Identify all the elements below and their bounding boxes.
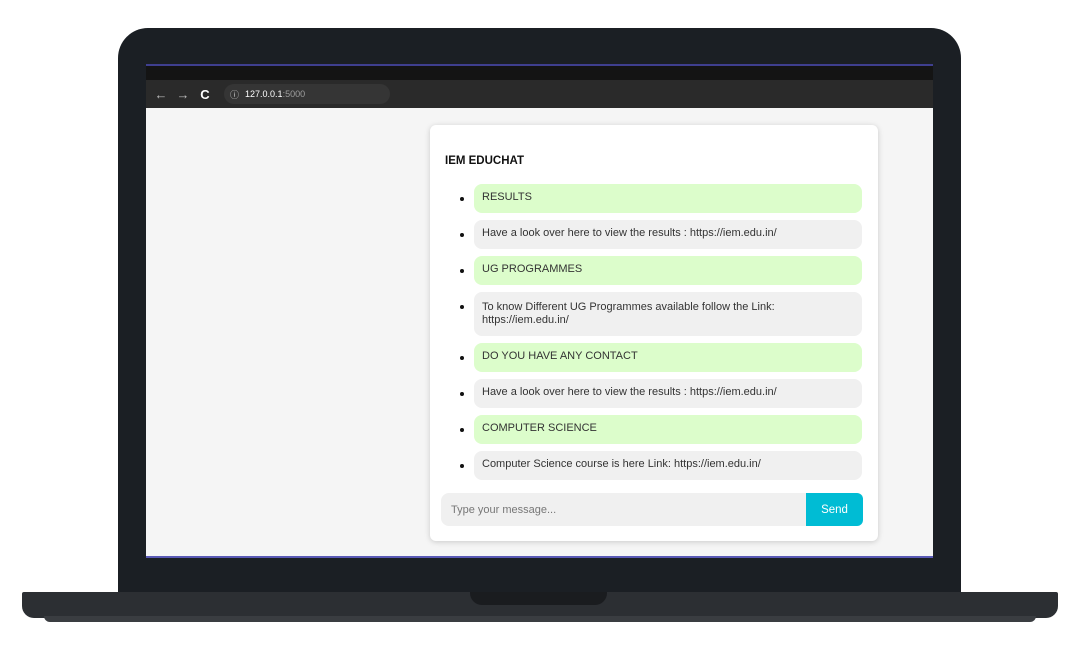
- bot-message: Have a look over here to view the result…: [460, 220, 862, 249]
- bot-message: Have a look over here to view the result…: [460, 379, 862, 408]
- address-bar[interactable]: ⓘ 127.0.0.1 :5000: [224, 84, 390, 104]
- reload-icon[interactable]: C: [194, 83, 216, 105]
- laptop-screen: ← → C ⓘ 127.0.0.1 :5000 IEM EDUCHAT RESU…: [146, 64, 933, 558]
- bot-message: To know Different UG Programmes availabl…: [460, 292, 862, 336]
- user-message: RESULTS: [460, 184, 862, 213]
- laptop-base-shadow: [44, 616, 1036, 622]
- browser-tab-strip: [146, 66, 933, 80]
- user-message: UG PROGRAMMES: [460, 256, 862, 285]
- message-input[interactable]: [441, 493, 806, 526]
- chat-container: IEM EDUCHAT RESULTS Have a look over her…: [430, 125, 878, 541]
- chat-title: IEM EDUCHAT: [445, 155, 525, 167]
- send-button[interactable]: Send: [806, 493, 863, 526]
- bot-message: Computer Science course is here Link: ht…: [460, 451, 862, 480]
- user-message: COMPUTER SCIENCE: [460, 415, 862, 444]
- user-message: DO YOU HAVE ANY CONTACT: [460, 343, 862, 372]
- info-icon[interactable]: ⓘ: [230, 88, 239, 101]
- laptop-notch: [470, 592, 607, 605]
- address-port: :5000: [282, 89, 306, 99]
- address-host: 127.0.0.1: [245, 89, 283, 99]
- message-list: RESULTS Have a look over here to view th…: [460, 184, 862, 487]
- page-viewport: IEM EDUCHAT RESULTS Have a look over her…: [146, 108, 933, 554]
- browser-toolbar: ← → C ⓘ 127.0.0.1 :5000: [146, 80, 933, 108]
- back-arrow-icon[interactable]: ←: [150, 83, 172, 105]
- forward-arrow-icon[interactable]: →: [172, 83, 194, 105]
- message-composer: Send: [441, 493, 863, 526]
